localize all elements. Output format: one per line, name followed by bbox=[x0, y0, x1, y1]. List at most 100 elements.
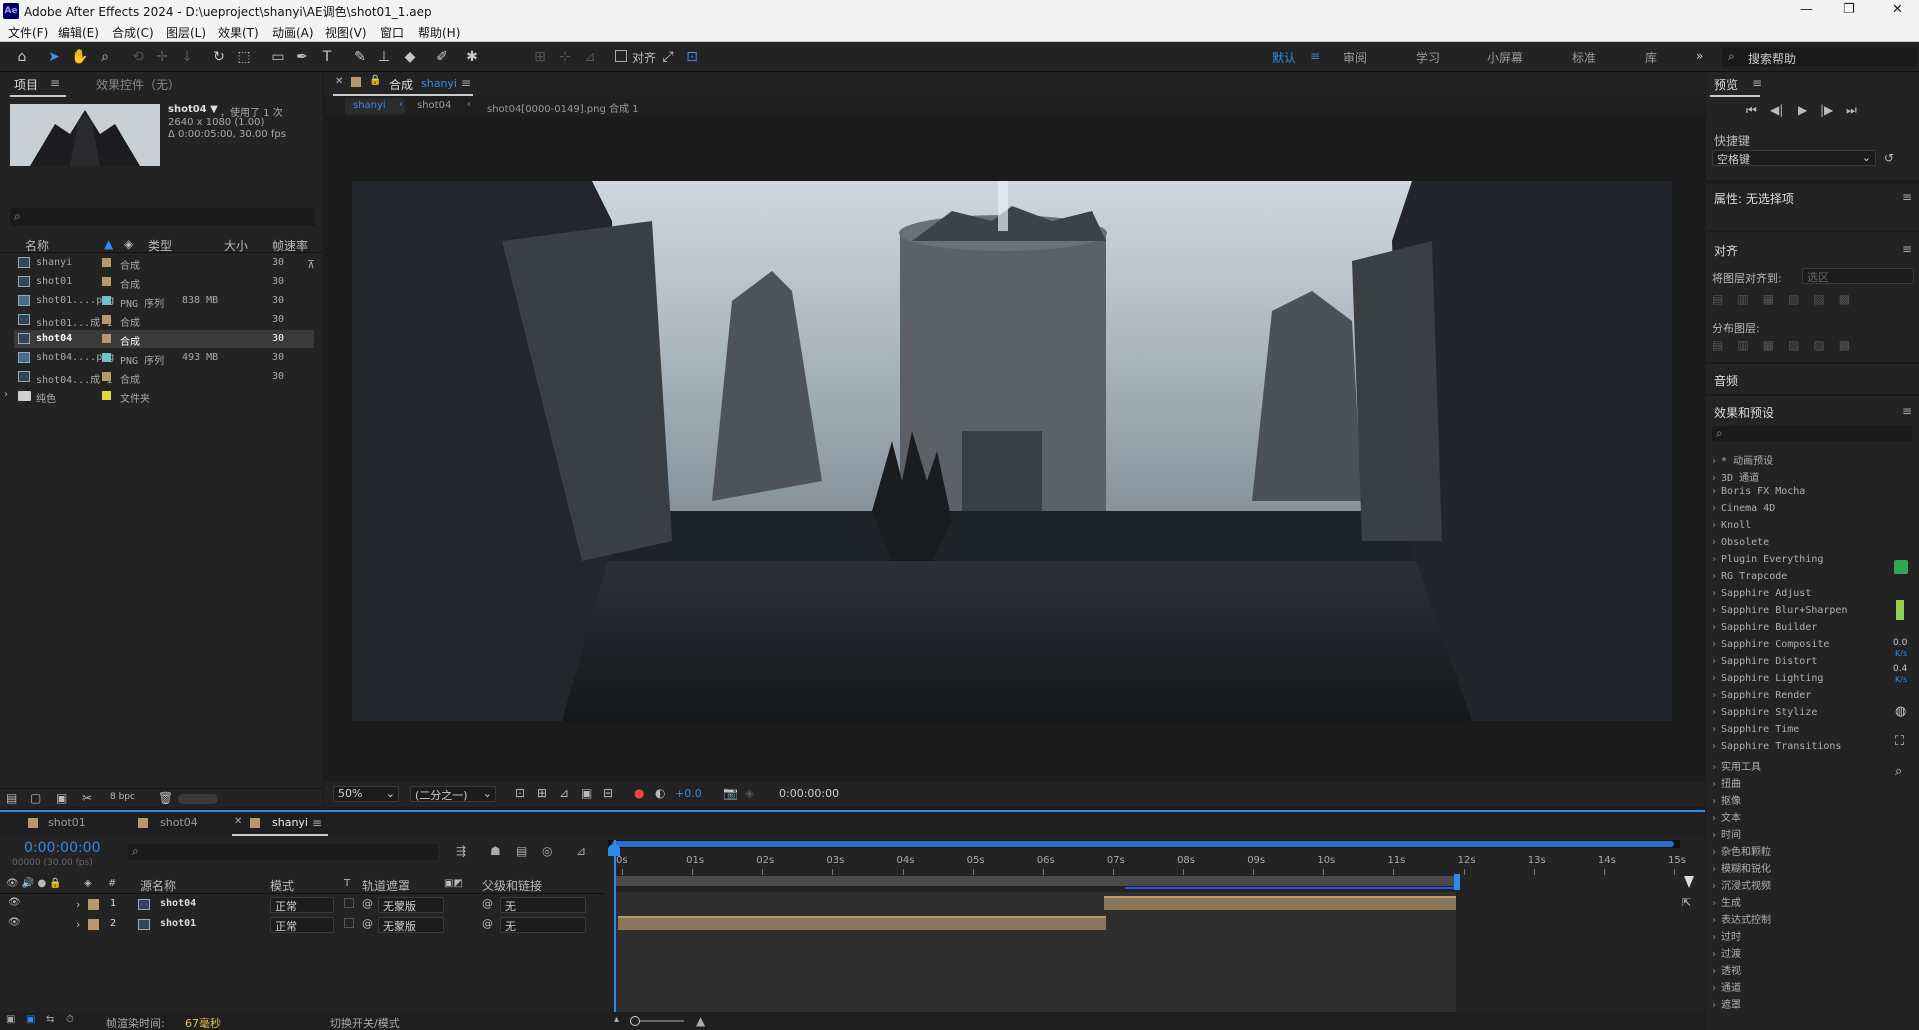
maximize-icon[interactable]: ❐ bbox=[1843, 2, 1855, 17]
home-icon[interactable]: ⌂ bbox=[12, 47, 32, 67]
label-color-swatch[interactable] bbox=[102, 277, 111, 286]
project-menu-icon[interactable]: ≡ bbox=[50, 76, 60, 90]
label-color-swatch[interactable] bbox=[102, 372, 111, 381]
audio-title[interactable]: 音频 bbox=[1714, 372, 1738, 389]
timeline-zoom-slider[interactable] bbox=[630, 1016, 684, 1026]
project-item[interactable]: shot04....png PNG 序列 493 MB 30 bbox=[14, 349, 314, 367]
col-mode[interactable]: 模式 bbox=[270, 877, 294, 894]
layer-label-color[interactable] bbox=[88, 899, 99, 910]
menu-edit[interactable]: 编辑(E) bbox=[58, 24, 99, 41]
play-icon[interactable]: ▶ bbox=[1798, 103, 1807, 117]
col-number[interactable]: # bbox=[108, 878, 116, 889]
label-column-icon[interactable]: ◈ bbox=[84, 878, 92, 889]
render-time-icon[interactable]: ⏱ bbox=[66, 1014, 74, 1025]
timeline-timecode[interactable]: 0:00:00:00 bbox=[24, 840, 101, 856]
brush-tool-icon[interactable]: ✎ bbox=[350, 47, 370, 67]
work-area-bar[interactable] bbox=[614, 876, 1456, 886]
parent-pickwhip-icon[interactable]: @ bbox=[482, 897, 493, 910]
zoom-in-icon[interactable]: ▲ bbox=[696, 1014, 705, 1028]
sync-status-icon[interactable] bbox=[1894, 560, 1908, 574]
project-item[interactable]: 纯色 文件夹 › bbox=[4, 387, 314, 405]
project-search-input[interactable]: ⌕ bbox=[10, 208, 315, 226]
parent-dropdown[interactable]: 无 bbox=[500, 897, 586, 913]
thumbnail-size-slider[interactable] bbox=[178, 794, 218, 804]
breadcrumb-item[interactable]: shot04 bbox=[417, 100, 451, 111]
effect-category[interactable]: › Sapphire Composite bbox=[1711, 639, 1829, 650]
align-title[interactable]: 对齐 bbox=[1714, 242, 1738, 259]
inspect-icon[interactable]: ⌕ bbox=[1895, 764, 1902, 779]
effect-category[interactable]: › 通道 bbox=[1711, 979, 1741, 994]
comp-mini-flowchart-icon[interactable]: ⇶ bbox=[456, 844, 466, 858]
project-item[interactable]: shot01 合成 30 bbox=[14, 273, 314, 291]
selection-tool-icon[interactable]: ➤ bbox=[44, 47, 64, 67]
in-out-icon[interactable]: ⇆ bbox=[46, 1014, 54, 1025]
zoom-tool-icon[interactable]: ⌕ bbox=[95, 47, 115, 67]
layer-mode-dropdown[interactable]: 正常 bbox=[270, 897, 334, 913]
effect-category[interactable]: › Cinema 4D bbox=[1711, 503, 1775, 514]
align-checkbox[interactable] bbox=[615, 50, 627, 62]
pen-tool-icon[interactable]: ✒ bbox=[292, 47, 312, 67]
layer-mode-dropdown[interactable]: 正常 bbox=[270, 917, 334, 933]
puppet-pin-icon[interactable]: ✱ bbox=[462, 47, 482, 67]
bpc-label[interactable]: 8 bpc bbox=[110, 792, 135, 802]
comp-menu-icon[interactable]: ≡ bbox=[461, 76, 471, 90]
pan-camera-icon[interactable]: ✛ bbox=[152, 47, 172, 67]
col-type[interactable]: 类型 bbox=[148, 237, 172, 254]
effect-category[interactable]: › 模糊和锐化 bbox=[1711, 860, 1771, 875]
minimize-icon[interactable]: — bbox=[1800, 2, 1813, 17]
comp-tab-name[interactable]: shanyi bbox=[421, 77, 457, 90]
col-fps[interactable]: 帧速率 bbox=[272, 237, 308, 254]
preview-menu-icon[interactable]: ≡ bbox=[1752, 76, 1762, 90]
type-tool-icon[interactable]: T bbox=[317, 47, 337, 67]
effects-presets-title[interactable]: 效果和预设 bbox=[1714, 404, 1774, 421]
work-area-end-handle[interactable] bbox=[1454, 874, 1460, 890]
close-tab-icon[interactable]: ✕ bbox=[335, 76, 343, 87]
pan-behind-icon[interactable]: ⬚ bbox=[234, 47, 254, 67]
rectangle-tool-icon[interactable]: ▭ bbox=[268, 47, 288, 67]
visibility-eye-icon[interactable]: 👁 bbox=[8, 897, 21, 908]
workspace-small-screen[interactable]: 小屏幕 bbox=[1487, 49, 1523, 66]
workspace-learn[interactable]: 学习 bbox=[1416, 49, 1440, 66]
visibility-eye-icon[interactable]: 👁 bbox=[8, 917, 21, 928]
transparency-grid-icon[interactable]: ⊞ bbox=[537, 786, 547, 800]
properties-title[interactable]: 属性: 无选择项 bbox=[1714, 190, 1794, 207]
comp-tab-label[interactable]: 合成 bbox=[389, 76, 413, 93]
grid-guides-icon[interactable]: ⊟ bbox=[603, 786, 613, 800]
effect-category[interactable]: › Sapphire Time bbox=[1711, 724, 1799, 735]
next-frame-icon[interactable]: |▶ bbox=[1820, 103, 1833, 117]
menu-effect[interactable]: 效果(T) bbox=[218, 24, 259, 41]
workspace-review[interactable]: 审阅 bbox=[1343, 49, 1367, 66]
delete-icon[interactable]: 🗑 bbox=[158, 791, 173, 805]
adjust-icon[interactable]: ✂ bbox=[82, 791, 92, 805]
layer-source-name[interactable]: shot01 bbox=[160, 918, 196, 929]
last-frame-icon[interactable]: ⏭ bbox=[1846, 103, 1857, 118]
motion-blur-icon[interactable]: ◎ bbox=[542, 844, 552, 858]
preserve-transparency-checkbox[interactable] bbox=[344, 898, 354, 908]
effect-category[interactable]: › Obsolete bbox=[1711, 537, 1769, 548]
workspace-libraries[interactable]: 库 bbox=[1645, 49, 1657, 66]
tab-project[interactable]: 项目 bbox=[14, 76, 38, 93]
rotation-tool-icon[interactable]: ↻ bbox=[209, 47, 229, 67]
effect-category[interactable]: › 3D 通道 bbox=[1711, 469, 1759, 484]
effects-search-input[interactable]: ⌕ bbox=[1712, 426, 1912, 442]
navigator-range[interactable] bbox=[612, 841, 1674, 847]
new-comp-icon[interactable]: ▣ bbox=[56, 791, 67, 805]
creative-cloud-icon[interactable]: ◍ bbox=[1895, 704, 1906, 719]
layer-switches-icon[interactable]: ▣ bbox=[6, 1014, 15, 1025]
label-color-swatch[interactable] bbox=[102, 315, 111, 324]
effect-category[interactable]: › * 动画预设 bbox=[1711, 452, 1773, 467]
close-tab-icon[interactable]: ✕ bbox=[234, 816, 242, 827]
menu-help[interactable]: 帮助(H) bbox=[418, 24, 460, 41]
reset-icon[interactable]: ↺ bbox=[1884, 151, 1894, 165]
snapshot-icon[interactable]: 📷 bbox=[723, 786, 738, 800]
effect-category[interactable]: › Sapphire Stylize bbox=[1711, 707, 1817, 718]
effect-category[interactable]: › Boris FX Mocha bbox=[1711, 486, 1805, 497]
current-time-indicator[interactable] bbox=[614, 840, 616, 1022]
exposure-value[interactable]: +0.0 bbox=[675, 787, 702, 800]
viewer-timecode[interactable]: 0:00:00:00 bbox=[779, 787, 839, 800]
track-matte-dropdown[interactable]: 无蒙版 bbox=[378, 917, 444, 933]
breadcrumb-item[interactable]: shanyi bbox=[353, 100, 386, 111]
effect-category[interactable]: › Sapphire Blur+Sharpen bbox=[1711, 605, 1847, 616]
label-color-swatch[interactable] bbox=[102, 391, 111, 400]
chevron-right-icon[interactable]: › bbox=[4, 389, 8, 400]
